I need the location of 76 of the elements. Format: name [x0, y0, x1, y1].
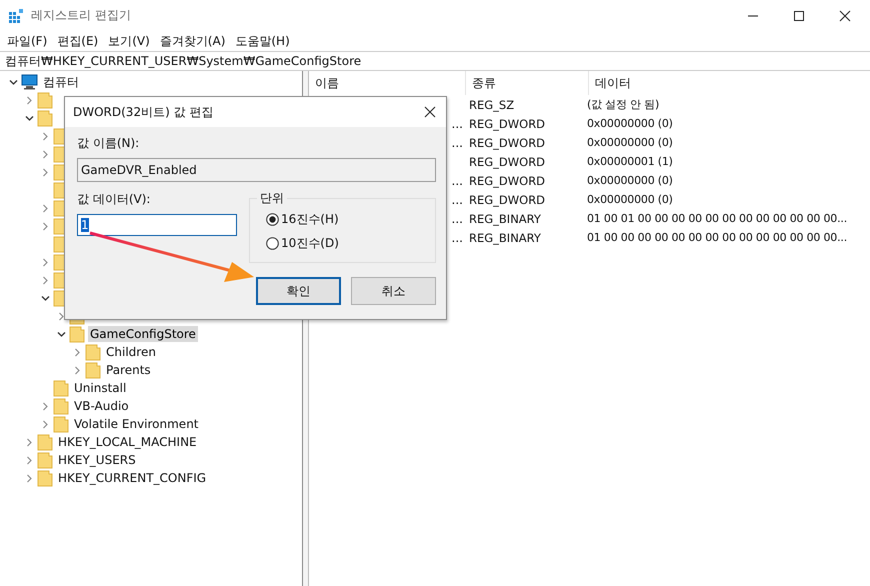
collapse-chevron-icon[interactable]	[57, 330, 66, 338]
dialog-title: DWORD(32비트) 값 편집	[73, 104, 214, 120]
ok-button[interactable]: 확인	[256, 277, 341, 305]
radio-button[interactable]	[266, 213, 279, 226]
column-header[interactable]: 이름	[309, 71, 466, 95]
maximize-icon[interactable]	[793, 10, 805, 22]
collapse-chevron-icon[interactable]	[9, 78, 18, 86]
field-label: 값 데이터(V):	[77, 191, 152, 208]
table-cell-text: REG_DWORD	[468, 174, 546, 188]
table-cell: ...	[452, 174, 463, 188]
table-cell-text: REG_BINARY	[468, 230, 542, 244]
computer-icon	[21, 74, 38, 90]
value-data-field[interactable]: 1	[77, 214, 237, 236]
table-cell-text: 0x00000000 (0)	[586, 117, 674, 130]
tree-item[interactable]: HKEY_LOCAL_MACHINE	[56, 434, 199, 450]
tree-item[interactable]: Volatile Environment	[72, 416, 200, 432]
tree-item[interactable]: VB-Audio	[72, 398, 131, 414]
column-header[interactable]: 종류	[466, 71, 589, 95]
table-cell-text: REG_DWORD	[468, 192, 546, 206]
folder-icon	[69, 326, 85, 342]
tree-item[interactable]: HKEY_CURRENT_CONFIG	[56, 470, 208, 486]
tree-item[interactable]: GameConfigStore	[88, 326, 198, 342]
window-title: 레지스트리 편집기	[31, 7, 131, 24]
menu-item[interactable]: 편집(E)	[53, 32, 104, 50]
tree-item[interactable]: 컴퓨터	[41, 72, 81, 92]
tree-item[interactable]: Uninstall	[72, 380, 128, 396]
radio-label[interactable]: 16진수(H)	[281, 211, 339, 228]
folder-icon	[85, 362, 101, 378]
table-cell-text: REG_DWORD	[468, 136, 546, 150]
table-cell: ...	[452, 116, 463, 130]
address-bar[interactable]: 컴퓨터₩HKEY_CURRENT_USER₩System₩GameConfigStore	[0, 51, 870, 71]
folder-icon	[37, 92, 53, 108]
radio-button[interactable]	[266, 237, 279, 250]
expand-chevron-icon[interactable]	[25, 96, 34, 104]
menu-item[interactable]: 즐겨찾기(A)	[156, 32, 232, 50]
field-label: 값 이름(N):	[77, 135, 140, 152]
close-icon[interactable]	[424, 106, 436, 118]
table-cell-text: 0x00000001 (1)	[586, 155, 674, 168]
cancel-button[interactable]: 취소	[351, 277, 436, 305]
collapse-chevron-icon[interactable]	[41, 294, 50, 302]
folder-icon	[53, 398, 69, 414]
table-cell-text: 0x00000000 (0)	[586, 174, 674, 187]
table-cell-text: REG_BINARY	[468, 212, 542, 226]
menu-item[interactable]: 파일(F)	[3, 32, 54, 50]
table-cell-text: 01 00 00 00 00 00 00 00 00 00 00 00 00 00 00...	[586, 231, 848, 244]
expand-chevron-icon[interactable]	[57, 312, 66, 320]
menu-item[interactable]: 도움말(H)	[231, 32, 296, 50]
tree-item[interactable]: Parents	[104, 362, 153, 378]
close-icon[interactable]	[839, 10, 851, 22]
table-cell: ...	[452, 230, 463, 244]
table-cell: ...	[452, 212, 463, 226]
folder-icon	[37, 470, 53, 486]
table-cell-text: REG_DWORD	[468, 154, 546, 168]
table-cell-text: 0x00000000 (0)	[586, 136, 674, 149]
tree-item[interactable]: HKEY_USERS	[56, 452, 138, 468]
menu-item[interactable]: 보기(V)	[104, 32, 156, 50]
folder-icon	[37, 434, 53, 450]
table-cell-text: (값 설정 안 됨)	[586, 97, 660, 112]
folder-icon	[37, 452, 53, 468]
table-cell-text: 0x00000000 (0)	[586, 193, 674, 206]
value-name-field[interactable]: GameDVR_Enabled	[77, 158, 436, 182]
table-cell-text: 01 00 01 00 00 00 00 00 00 00 00 00 00 00 00...	[586, 212, 848, 225]
collapse-chevron-icon[interactable]	[25, 114, 34, 122]
table-cell-text: REG_SZ	[468, 98, 516, 112]
column-header[interactable]: 데이터	[589, 71, 870, 95]
radio-label[interactable]: 10진수(D)	[281, 235, 339, 252]
registry-icon	[8, 8, 24, 24]
group-label: 단위	[257, 190, 287, 207]
table-cell: ...	[452, 192, 463, 206]
folder-icon	[53, 416, 69, 432]
folder-icon	[85, 344, 101, 360]
tree-item[interactable]: Children	[104, 344, 158, 360]
folder-icon	[53, 380, 69, 396]
table-cell: ...	[452, 136, 463, 150]
table-cell-text: REG_DWORD	[468, 116, 546, 130]
folder-icon	[37, 110, 53, 126]
